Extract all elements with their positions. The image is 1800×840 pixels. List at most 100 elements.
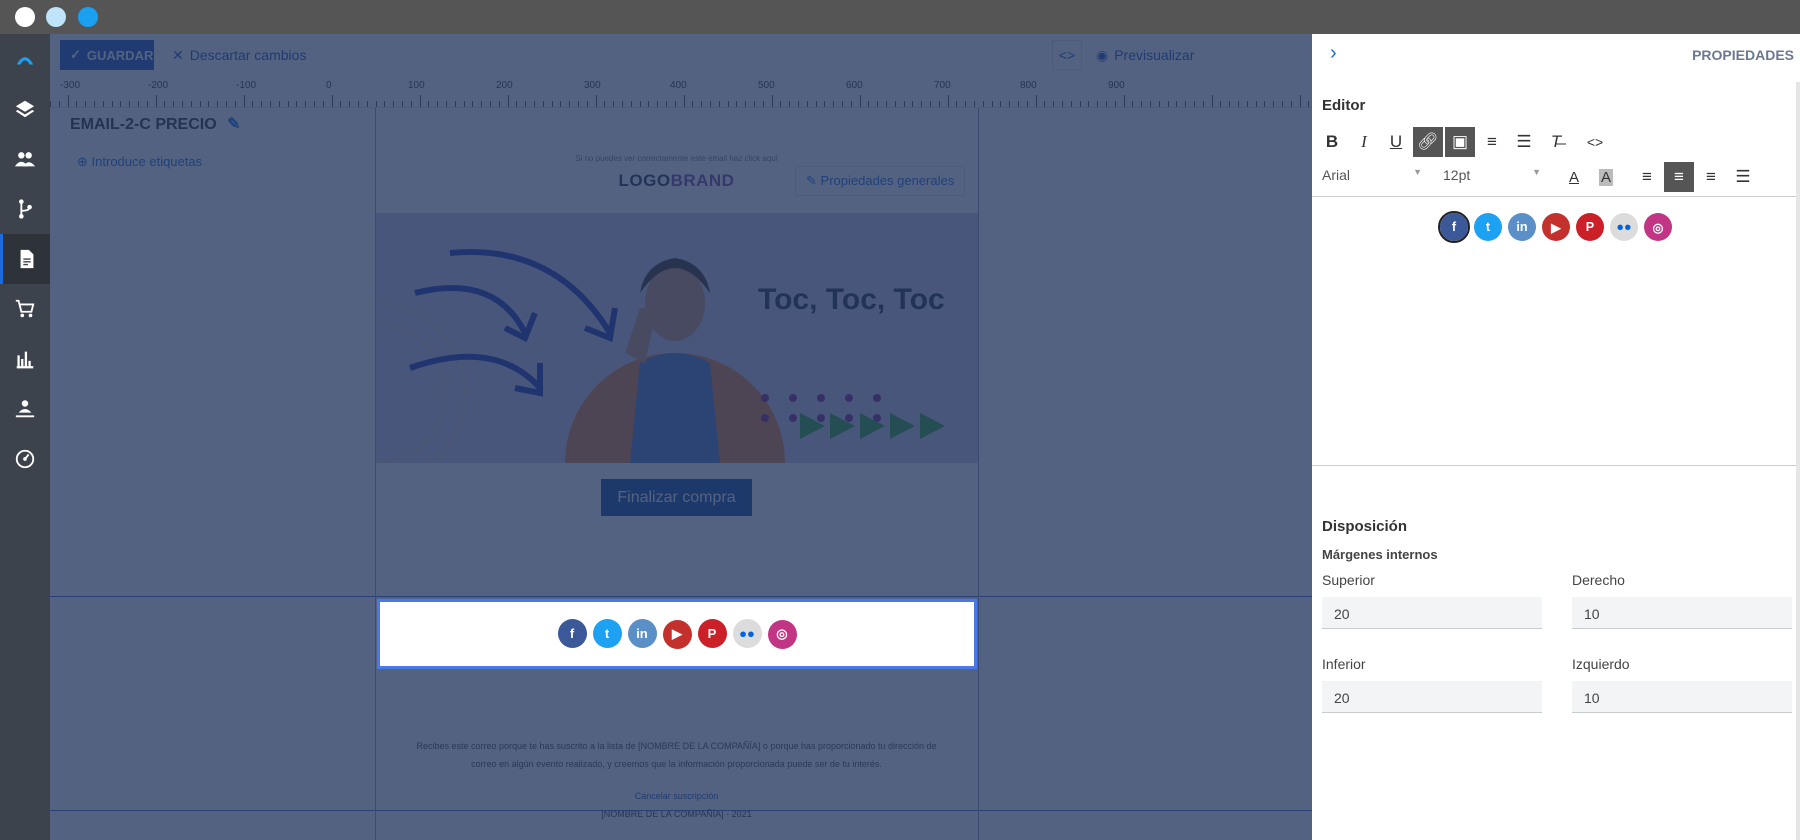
justify-button[interactable]: ☰ (1728, 162, 1758, 192)
facebook-icon[interactable]: f (557, 619, 587, 649)
ruler-tick (1176, 101, 1178, 107)
unsubscribe-link[interactable]: Cancelar suscripción (375, 791, 978, 801)
flickr-icon[interactable]: ●● (732, 619, 762, 649)
pinterest-icon[interactable]: P (1576, 213, 1604, 241)
ruler-tick (1150, 101, 1151, 107)
text-color-button[interactable]: A (1559, 162, 1589, 192)
ruler-tick (199, 101, 201, 107)
twitter-icon[interactable]: t (1474, 213, 1502, 241)
ruler-label: 200 (496, 80, 513, 91)
padding-left-input[interactable]: 10 (1572, 681, 1792, 713)
background-color-button[interactable]: A (1591, 162, 1621, 192)
app-sidebar (0, 34, 50, 840)
ruler-tick (270, 101, 271, 107)
ruler-tick (648, 101, 650, 107)
tags-input[interactable]: ⊕ Introduce etiquetas (77, 154, 202, 170)
image-button[interactable]: ▣ (1445, 127, 1475, 157)
align-left-button[interactable]: ≡ (1632, 162, 1662, 192)
ruler-label: -100 (236, 80, 257, 91)
ruler-tick (674, 101, 676, 107)
ruler-tick (894, 101, 896, 107)
bullet-list-button[interactable]: ☰ (1509, 127, 1539, 157)
padding-top-input[interactable]: 20 (1322, 597, 1542, 629)
ruler-tick (1299, 95, 1301, 107)
templates-icon[interactable] (0, 234, 50, 284)
logo[interactable]: LOGOBRAND (375, 171, 978, 191)
selected-social-block[interactable]: f t in ▶ P ●● ◎ (377, 599, 977, 669)
layers-icon[interactable] (0, 84, 50, 134)
guide-line (978, 108, 979, 840)
youtube-icon[interactable]: ▶ (1542, 213, 1570, 241)
flow-icon[interactable] (0, 184, 50, 234)
ruler-tick (182, 101, 183, 107)
clear-format-button[interactable]: T̶ (1541, 127, 1571, 157)
ruler-tick (419, 95, 421, 107)
italic-button[interactable]: I (1349, 127, 1379, 157)
link-button[interactable]: 🔗︎ (1413, 127, 1443, 157)
preheader-text[interactable]: Si no puedes ver correctamente este emai… (375, 154, 978, 163)
ruler-label: 500 (758, 80, 775, 91)
padding-top-label: Superior (1322, 572, 1375, 588)
padding-heading: Márgenes internos (1322, 547, 1438, 562)
finalize-purchase-button[interactable]: Finalizar compra (601, 479, 752, 516)
preview-button[interactable]: ◉ Previsualizar (1088, 40, 1202, 70)
analytics-icon[interactable] (0, 334, 50, 384)
collapse-panel-chevron-icon[interactable]: › (1330, 42, 1337, 65)
bold-button[interactable]: B (1317, 127, 1347, 157)
pinterest-icon[interactable]: P (697, 619, 727, 649)
template-title: EMAIL-2-C PRECIO ✎ (70, 114, 241, 134)
align-right-button[interactable]: ≡ (1696, 162, 1726, 192)
close-icon: ✕ (172, 46, 184, 63)
save-button[interactable]: ✓ GUARDAR (60, 40, 154, 70)
ruler-tick (340, 101, 342, 107)
instagram-icon[interactable]: ◎ (767, 619, 797, 649)
panel-scrollbar[interactable] (1796, 82, 1800, 840)
ruler-tick (498, 101, 500, 107)
editor-content-area[interactable]: f t in ▶ P ●● ◎ (1312, 196, 1800, 466)
flickr-icon[interactable]: ●● (1610, 213, 1638, 241)
ruler-tick (534, 101, 535, 107)
ruler-tick (639, 101, 641, 107)
close-window-button[interactable] (15, 7, 35, 27)
linkedin-icon[interactable]: in (627, 619, 657, 649)
ruler-tick (798, 101, 799, 107)
twitter-icon[interactable]: t (592, 619, 622, 649)
contacts-icon[interactable] (0, 134, 50, 184)
footer-line-2: correo en algún evento realizado, y cree… (471, 759, 882, 769)
dashboard-gauge-icon[interactable] (0, 434, 50, 484)
app-logo-icon[interactable] (0, 34, 50, 84)
source-code-button[interactable]: <> (1580, 127, 1610, 157)
padding-bottom-input[interactable]: 20 (1322, 681, 1542, 713)
font-size-select[interactable]: 12pt ▼ (1443, 167, 1541, 189)
minimize-window-button[interactable] (46, 7, 66, 27)
audience-icon[interactable] (0, 384, 50, 434)
align-center-button[interactable]: ≡ (1664, 162, 1694, 192)
padding-right-input[interactable]: 10 (1572, 597, 1792, 629)
instagram-icon[interactable]: ◎ (1644, 213, 1672, 241)
numbered-list-button[interactable]: ≡ (1477, 127, 1507, 157)
linkedin-icon[interactable]: in (1508, 213, 1536, 241)
ruler-tick (454, 101, 456, 107)
discard-changes-button[interactable]: ✕ Descartar cambios (164, 40, 314, 70)
ruler-tick (569, 101, 571, 107)
hero-banner[interactable]: Toc, Toc, Toc (375, 213, 978, 463)
panel-title: PROPIEDADES (1692, 47, 1794, 63)
youtube-icon[interactable]: ▶ (662, 619, 692, 649)
underline-button[interactable]: U (1381, 127, 1411, 157)
font-family-select[interactable]: Arial ▼ (1322, 167, 1422, 189)
edit-pencil-icon[interactable]: ✎ (227, 116, 240, 133)
maximize-window-button[interactable] (78, 7, 98, 27)
ruler-tick (903, 101, 905, 107)
ruler-tick (1123, 95, 1125, 107)
cart-icon[interactable] (0, 284, 50, 334)
ruler-tick (296, 101, 298, 107)
ruler-tick (243, 95, 245, 107)
ruler-tick (886, 101, 887, 107)
ruler-tick (622, 101, 623, 107)
highlight-icon: A (1598, 168, 1613, 186)
ruler-tick (850, 101, 852, 107)
logo-part-1: LOGO (618, 171, 671, 190)
facebook-icon[interactable]: f (1438, 211, 1470, 243)
ruler-tick (1044, 101, 1046, 107)
code-view-button[interactable]: <> (1052, 40, 1082, 70)
